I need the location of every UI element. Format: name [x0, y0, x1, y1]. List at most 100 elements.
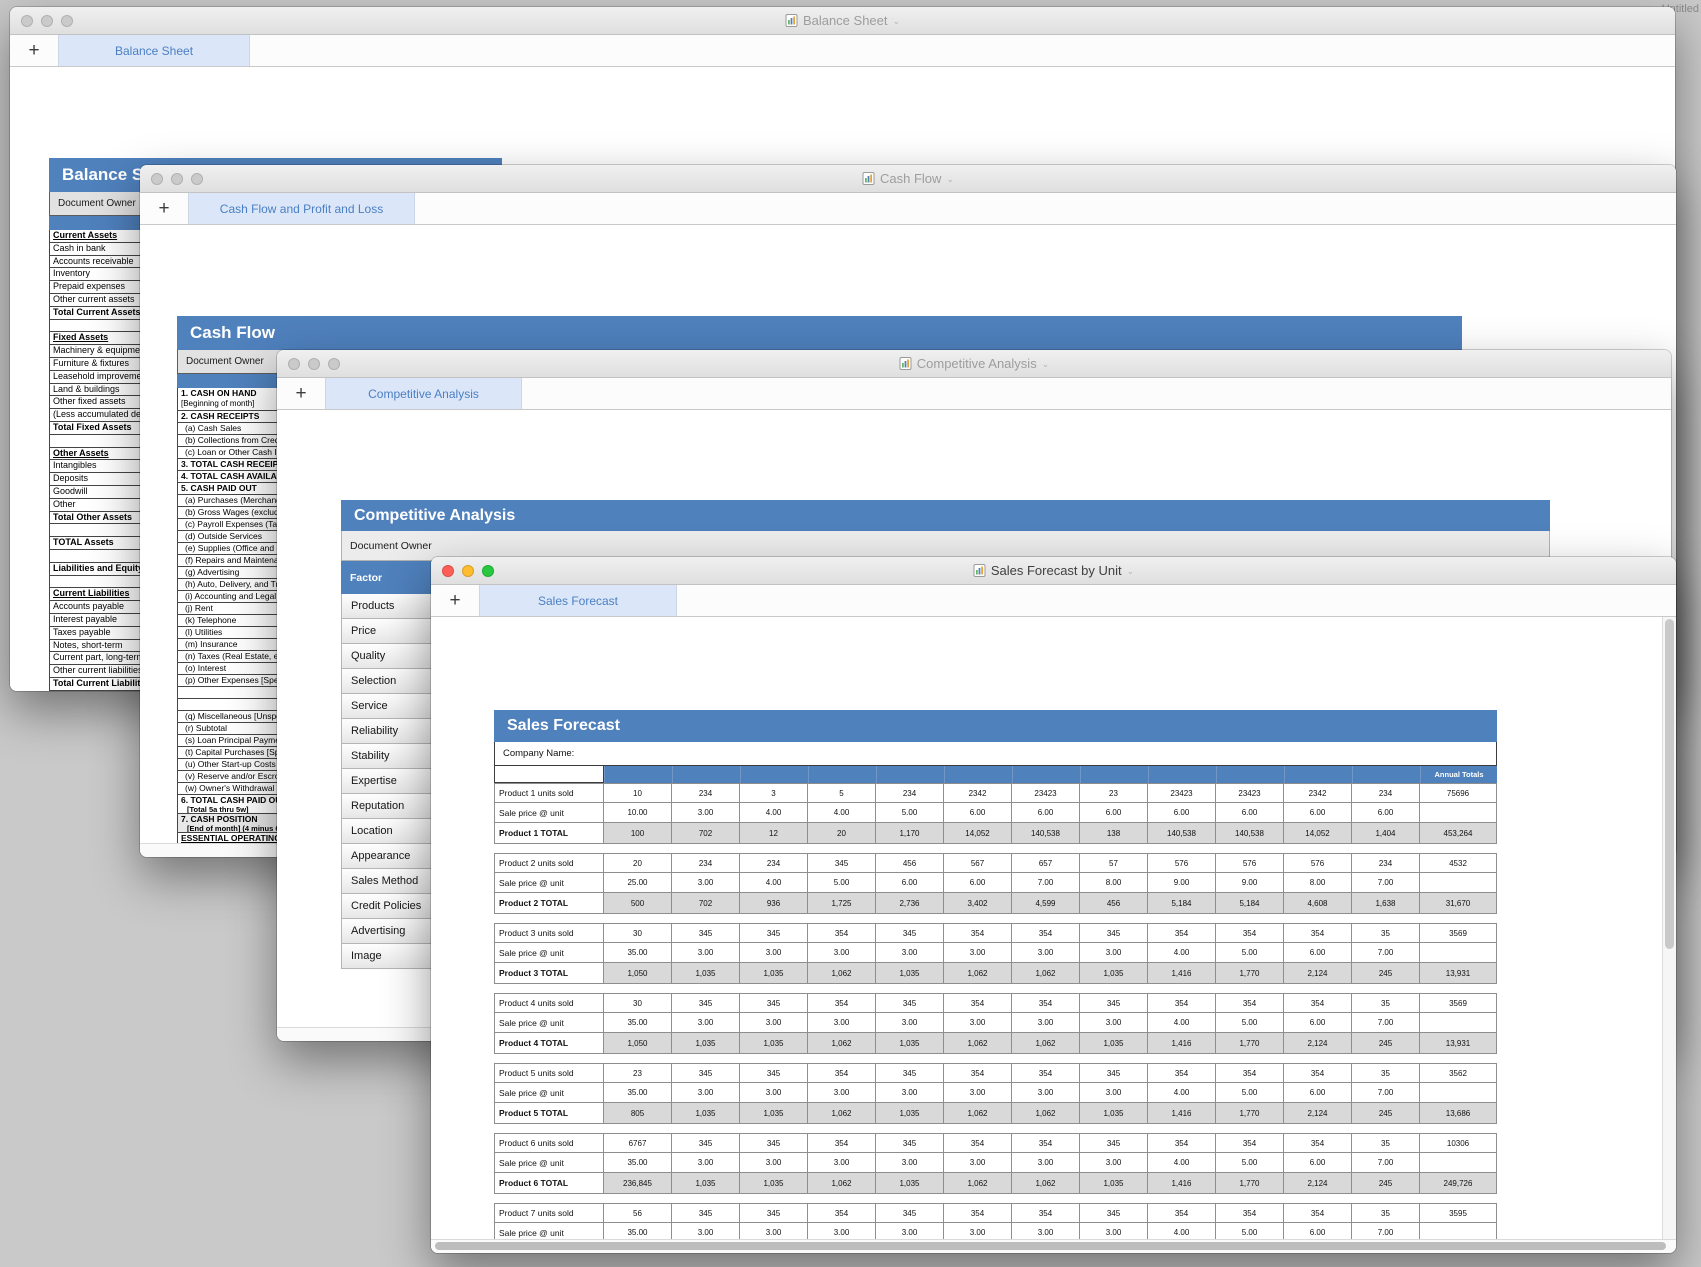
value-cell[interactable]: 345 [672, 923, 740, 943]
title-menu-chevron[interactable]: ⌄ [946, 172, 954, 185]
header-month-cell[interactable] [1080, 766, 1148, 783]
value-cell[interactable]: 35 [1352, 1133, 1420, 1153]
row-label-cell[interactable]: Product 7 units sold [494, 1203, 604, 1223]
minimize-button[interactable] [308, 358, 320, 370]
value-cell[interactable]: 345 [1080, 993, 1148, 1013]
annual-total-cell[interactable] [1420, 803, 1497, 823]
company-name-row[interactable]: Company Name: [494, 742, 1497, 766]
value-cell[interactable]: 354 [944, 1133, 1012, 1153]
value-cell[interactable]: 3.00 [1012, 1083, 1080, 1103]
horizontal-scroll-thumb[interactable] [435, 1242, 1666, 1250]
value-cell[interactable]: 7.00 [1352, 1013, 1420, 1033]
value-cell[interactable]: 23 [1080, 783, 1148, 803]
zoom-button[interactable] [328, 358, 340, 370]
title-menu-chevron[interactable]: ⌄ [1042, 357, 1050, 370]
annual-total-cell[interactable]: 13,931 [1420, 1033, 1497, 1054]
value-cell[interactable]: 1,416 [1148, 963, 1216, 984]
value-cell[interactable]: 4,599 [1012, 893, 1080, 914]
value-cell[interactable]: 3.00 [740, 1153, 808, 1173]
value-cell[interactable]: 345 [740, 1133, 808, 1153]
value-cell[interactable]: 14,052 [1284, 823, 1352, 844]
value-cell[interactable]: 35 [1352, 923, 1420, 943]
value-cell[interactable]: 3.00 [740, 1083, 808, 1103]
value-cell[interactable]: 1,416 [1148, 1173, 1216, 1194]
value-cell[interactable]: 2,124 [1284, 1033, 1352, 1054]
value-cell[interactable]: 4.00 [1148, 1223, 1216, 1240]
annual-total-cell[interactable]: 3569 [1420, 993, 1497, 1013]
value-cell[interactable]: 345 [672, 1063, 740, 1083]
value-cell[interactable]: 1,035 [876, 1103, 944, 1124]
value-cell[interactable]: 345 [740, 1063, 808, 1083]
add-sheet-button[interactable]: + [431, 585, 479, 616]
value-cell[interactable]: 5.00 [1216, 1083, 1284, 1103]
value-cell[interactable]: 1,638 [1352, 893, 1420, 914]
value-cell[interactable]: 354 [808, 1063, 876, 1083]
value-cell[interactable]: 7.00 [1352, 1153, 1420, 1173]
title-menu-chevron[interactable]: ⌄ [893, 14, 901, 27]
value-cell[interactable]: 2,124 [1284, 1103, 1352, 1124]
value-cell[interactable]: 354 [1012, 923, 1080, 943]
value-cell[interactable]: 3.00 [672, 943, 740, 963]
value-cell[interactable]: 245 [1352, 963, 1420, 984]
value-cell[interactable]: 8.00 [1080, 873, 1148, 893]
value-cell[interactable]: 1,725 [808, 893, 876, 914]
value-cell[interactable]: 1,035 [672, 1173, 740, 1194]
zoom-button[interactable] [61, 15, 73, 27]
value-cell[interactable]: 23423 [1148, 783, 1216, 803]
value-cell[interactable]: 1,035 [1080, 1103, 1148, 1124]
value-cell[interactable]: 1,770 [1216, 1103, 1284, 1124]
row-label-cell[interactable]: Product 3 TOTAL [494, 963, 604, 984]
header-month-cell[interactable] [1148, 766, 1216, 783]
row-label-cell[interactable]: Product 6 units sold [494, 1133, 604, 1153]
value-cell[interactable]: 354 [808, 1203, 876, 1223]
value-cell[interactable]: 456 [1080, 893, 1148, 914]
value-cell[interactable]: 1,035 [876, 1033, 944, 1054]
value-cell[interactable]: 3.00 [944, 1223, 1012, 1240]
value-cell[interactable]: 4.00 [740, 803, 808, 823]
value-cell[interactable]: 3.00 [876, 1013, 944, 1033]
value-cell[interactable]: 140,538 [1148, 823, 1216, 844]
minimize-button[interactable] [462, 565, 474, 577]
value-cell[interactable]: 1,770 [1216, 1033, 1284, 1054]
titlebar[interactable]: Competitive Analysis ⌄ [277, 350, 1671, 378]
value-cell[interactable]: 1,062 [1012, 1033, 1080, 1054]
value-cell[interactable]: 6767 [604, 1133, 672, 1153]
header-month-cell[interactable] [1352, 766, 1420, 783]
value-cell[interactable]: 35.00 [604, 1153, 672, 1173]
value-cell[interactable]: 7.00 [1352, 943, 1420, 963]
header-month-cell[interactable] [672, 766, 740, 783]
value-cell[interactable]: 3.00 [740, 1223, 808, 1240]
value-cell[interactable]: 1,035 [672, 1033, 740, 1054]
value-cell[interactable]: 1,062 [1012, 1173, 1080, 1194]
value-cell[interactable]: 3.00 [876, 1153, 944, 1173]
value-cell[interactable]: 138 [1080, 823, 1148, 844]
zoom-button[interactable] [482, 565, 494, 577]
value-cell[interactable]: 3.00 [1080, 1153, 1148, 1173]
value-cell[interactable]: 35 [1352, 993, 1420, 1013]
value-cell[interactable]: 7.00 [1352, 1223, 1420, 1240]
value-cell[interactable]: 1,062 [808, 963, 876, 984]
value-cell[interactable]: 5.00 [808, 873, 876, 893]
value-cell[interactable]: 354 [1216, 993, 1284, 1013]
value-cell[interactable]: 6.00 [1352, 803, 1420, 823]
value-cell[interactable]: 5.00 [1216, 1013, 1284, 1033]
value-cell[interactable]: 1,416 [1148, 1033, 1216, 1054]
value-cell[interactable]: 7.00 [1012, 873, 1080, 893]
row-label-cell[interactable]: Sale price @ unit [494, 1013, 604, 1033]
value-cell[interactable]: 1,062 [808, 1033, 876, 1054]
value-cell[interactable]: 1,035 [740, 1173, 808, 1194]
value-cell[interactable]: 2342 [944, 783, 1012, 803]
value-cell[interactable]: 345 [1080, 1203, 1148, 1223]
value-cell[interactable]: 3.00 [1012, 1153, 1080, 1173]
value-cell[interactable]: 35.00 [604, 1083, 672, 1103]
value-cell[interactable]: 3.00 [672, 873, 740, 893]
value-cell[interactable]: 936 [740, 893, 808, 914]
value-cell[interactable]: 234 [740, 853, 808, 873]
annual-total-cell[interactable] [1420, 943, 1497, 963]
value-cell[interactable]: 6.00 [944, 803, 1012, 823]
value-cell[interactable]: 7.00 [1352, 873, 1420, 893]
value-cell[interactable]: 6.00 [1148, 803, 1216, 823]
value-cell[interactable]: 10.00 [604, 803, 672, 823]
value-cell[interactable]: 354 [808, 993, 876, 1013]
value-cell[interactable]: 236,845 [604, 1173, 672, 1194]
